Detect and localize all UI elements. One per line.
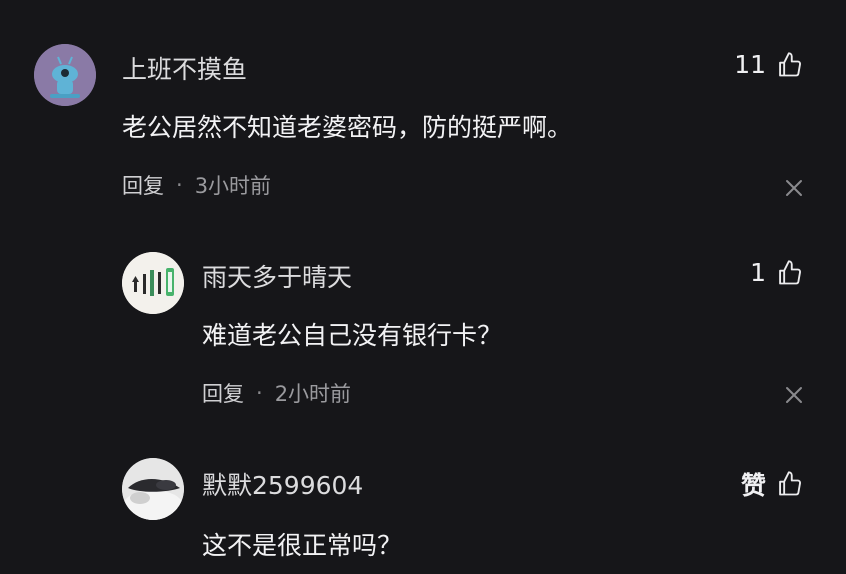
reply-button[interactable]: 回复 xyxy=(202,378,244,408)
avatar[interactable] xyxy=(34,44,96,106)
like-count: 1 xyxy=(750,258,766,287)
thumbs-up-icon xyxy=(779,51,801,76)
comment-text: 难道老公自己没有银行卡？ xyxy=(202,321,503,350)
close-icon[interactable] xyxy=(783,177,805,199)
timestamp: 3小时前 xyxy=(194,174,272,198)
comment-meta: 回复 · 2小时前 xyxy=(202,378,351,408)
username[interactable]: 雨天多于晴天 xyxy=(202,258,352,294)
separator-dot: · xyxy=(256,381,263,405)
like-count: 11 xyxy=(734,50,766,79)
separator-dot: · xyxy=(176,173,183,197)
like-button[interactable]: 1 xyxy=(750,258,804,287)
comment-text: 这不是很正常吗？ xyxy=(202,531,403,560)
avatar[interactable] xyxy=(122,252,184,314)
alien-avatar-icon xyxy=(34,44,96,106)
like-button[interactable]: 赞 xyxy=(741,466,804,502)
close-icon[interactable] xyxy=(783,384,805,406)
username[interactable]: 上班不摸鱼 xyxy=(122,50,247,86)
username[interactable]: 默默2599604 xyxy=(202,466,363,502)
thumbs-up-icon xyxy=(779,471,801,496)
comment-meta: 回复 · 3小时前 xyxy=(122,170,271,200)
photo-avatar-icon xyxy=(122,458,184,520)
thumbs-up-icon xyxy=(779,259,801,284)
comment-text: 老公居然不知道老婆密码，防的挺严啊。 xyxy=(122,113,573,142)
like-button[interactable]: 11 xyxy=(734,50,804,79)
like-label: 赞 xyxy=(740,471,766,500)
avatar[interactable] xyxy=(122,458,184,520)
reply-button[interactable]: 回复 xyxy=(122,170,164,200)
timestamp: 2小时前 xyxy=(274,382,352,406)
chart-avatar-icon xyxy=(122,252,184,314)
